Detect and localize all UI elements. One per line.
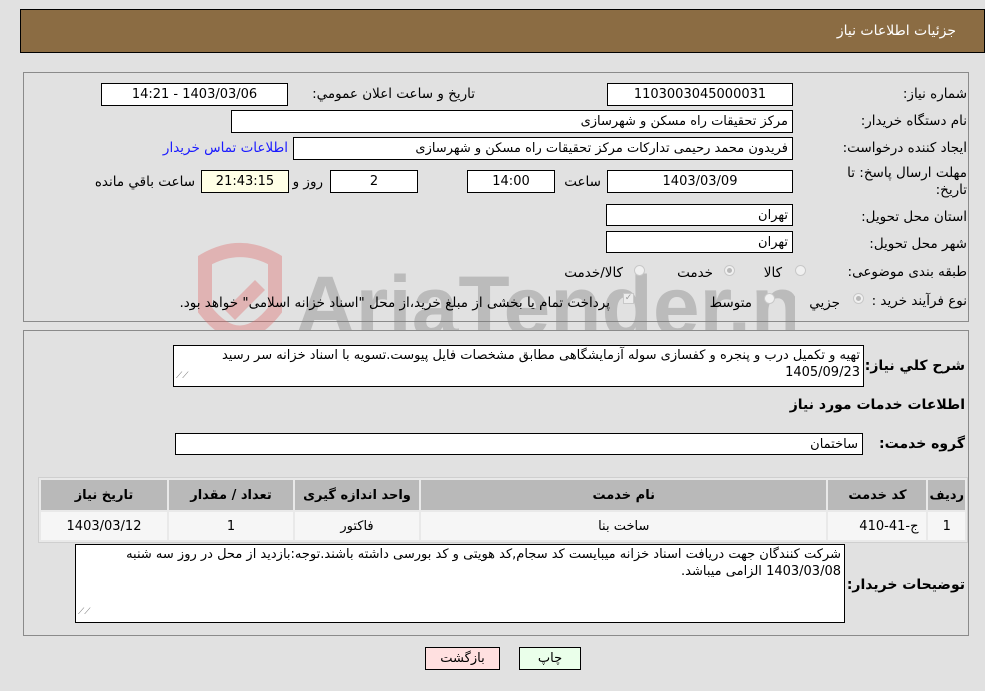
- buyer-notes-text: شرکت کنندگان جهت دریافت اسناد خزانه میبا…: [126, 547, 841, 579]
- category-radio-service[interactable]: [724, 265, 735, 276]
- resize-grip-icon[interactable]: ⟋⟋: [176, 368, 189, 385]
- services-section-title: اطلاعات خدمات مورد نیاز: [789, 397, 965, 413]
- deadline-label: مهلت ارسال پاسخ: تا تاریخ:: [847, 165, 967, 198]
- requester-label: ایجاد کننده درخواست:: [842, 140, 967, 156]
- table-row: 1 ج-41-410 ساخت بنا فاکتور 1 1403/03/12: [41, 512, 965, 540]
- col-need-date: تاریخ نیاز: [41, 480, 167, 510]
- need-number-label: شماره نیاز:: [902, 86, 967, 102]
- requester-field[interactable]: فریدون محمد رحیمی تدارکات مرکز تحقیقات ر…: [293, 137, 793, 160]
- cell-quantity: 1: [169, 512, 293, 540]
- buyer-org-label: نام دستگاه خریدار:: [860, 113, 967, 129]
- cell-service-name: ساخت بنا: [421, 512, 827, 540]
- deadline-time-label: ساعت: [564, 174, 601, 190]
- treasury-checkbox[interactable]: ✓: [623, 293, 634, 304]
- category-option-service: خدمت: [677, 265, 713, 281]
- back-button[interactable]: بازگشت: [425, 647, 500, 670]
- description-label: شرح کلي نیاز:: [864, 358, 965, 374]
- days-label: روز و: [292, 174, 323, 190]
- purchase-radio-minor[interactable]: [853, 293, 864, 304]
- announce-datetime-label: تاریخ و ساعت اعلان عمومي:: [312, 86, 475, 102]
- service-group-label: گروه خدمت:: [879, 436, 965, 452]
- province-field[interactable]: تهران: [606, 204, 793, 226]
- col-row-number: ردیف: [928, 480, 965, 510]
- category-option-goods-service: کالا/خدمت: [564, 265, 623, 281]
- cell-service-code: ج-41-410: [828, 512, 927, 540]
- category-option-goods: کالا: [763, 265, 782, 281]
- description-textarea[interactable]: تهیه و تکمیل درب و پنجره و کفسازی سوله آ…: [173, 345, 864, 387]
- time-remaining-field: 21:43:15: [201, 170, 289, 193]
- buyer-contact-link[interactable]: اطلاعات تماس خریدار: [163, 140, 288, 156]
- deadline-time-field[interactable]: 14:00: [467, 170, 555, 193]
- city-label: شهر محل تحویل:: [869, 236, 967, 252]
- announce-datetime-field[interactable]: 1403/03/06 - 14:21: [101, 83, 288, 106]
- time-remaining-label: ساعت باقي مانده: [94, 174, 195, 190]
- services-table: ردیف کد خدمت نام خدمت واحد اندازه گیری ت…: [38, 477, 968, 543]
- purchase-option-minor: جزيي: [809, 295, 840, 311]
- cell-need-date: 1403/03/12: [41, 512, 167, 540]
- description-text: تهیه و تکمیل درب و پنجره و کفسازی سوله آ…: [221, 348, 860, 380]
- col-service-name: نام خدمت: [421, 480, 827, 510]
- service-group-field[interactable]: ساختمان: [175, 433, 863, 455]
- buyer-org-field[interactable]: مرکز تحقیقات راه مسکن و شهرسازی: [231, 110, 793, 133]
- purchase-option-medium: متوسط: [709, 295, 752, 311]
- need-number-field[interactable]: 1103003045000031: [607, 83, 793, 106]
- col-quantity: تعداد / مقدار: [169, 480, 293, 510]
- col-service-code: کد خدمت: [828, 480, 927, 510]
- category-radio-goods-service[interactable]: [634, 265, 645, 276]
- province-label: استان محل تحویل:: [861, 209, 967, 225]
- page-title: جزئیات اطلاعات نیاز: [836, 23, 956, 39]
- deadline-date-field[interactable]: 1403/03/09: [607, 170, 793, 193]
- category-label: طبقه بندی موضوعی:: [847, 264, 967, 280]
- cell-unit: فاکتور: [295, 512, 419, 540]
- treasury-note: پرداخت تمام یا بخشی از مبلغ خرید،از محل …: [179, 295, 610, 311]
- purchase-type-label: نوع فرآیند خرید :: [871, 293, 967, 309]
- table-header-row: ردیف کد خدمت نام خدمت واحد اندازه گیری ت…: [41, 480, 965, 510]
- page-header: جزئیات اطلاعات نیاز: [20, 9, 985, 53]
- resize-grip-icon[interactable]: ⟋⟋: [78, 604, 91, 621]
- buyer-notes-label: توضیحات خریدار:: [846, 577, 965, 593]
- col-unit: واحد اندازه گیری: [295, 480, 419, 510]
- print-button[interactable]: چاپ: [519, 647, 581, 670]
- purchase-radio-medium[interactable]: [764, 293, 775, 304]
- buyer-notes-textarea[interactable]: شرکت کنندگان جهت دریافت اسناد خزانه میبا…: [75, 544, 845, 623]
- city-field[interactable]: تهران: [606, 231, 793, 253]
- cell-row-number: 1: [928, 512, 965, 540]
- category-radio-goods[interactable]: [795, 265, 806, 276]
- days-remaining-field[interactable]: 2: [330, 170, 418, 193]
